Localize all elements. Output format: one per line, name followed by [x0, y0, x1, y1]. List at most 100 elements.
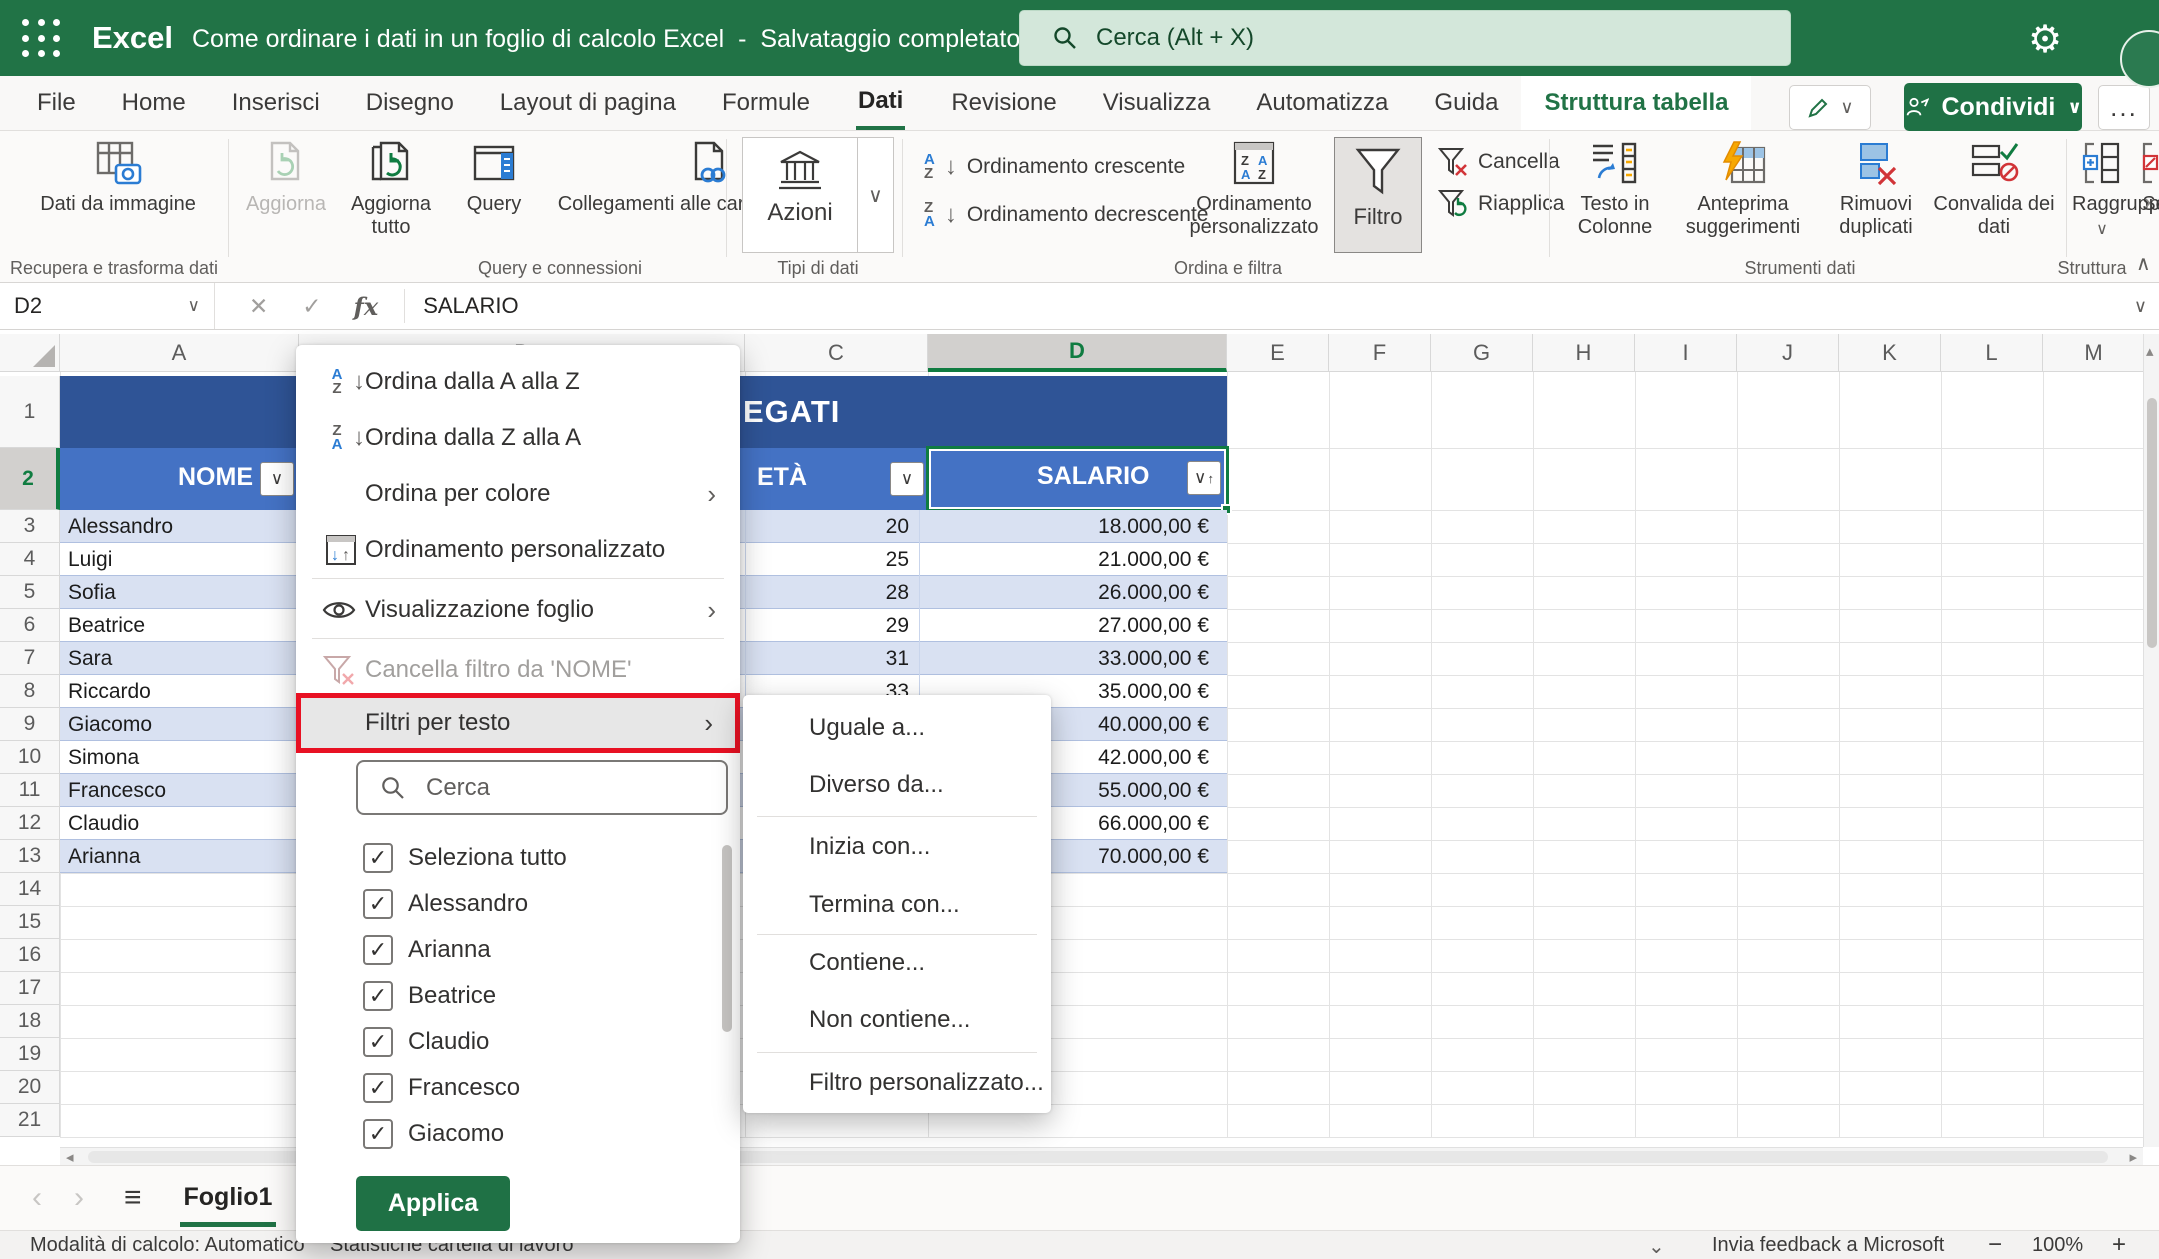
filter-search-input[interactable]: Cerca — [356, 760, 728, 815]
riapplica-filtro-button[interactable]: Riapplica — [1438, 189, 1564, 219]
row-header-2[interactable]: 2 — [0, 448, 60, 510]
row-header-6[interactable]: 6 — [0, 609, 60, 642]
checkbox-checked-icon[interactable]: ✓ — [363, 843, 393, 873]
fx-icon[interactable]: fx — [354, 292, 379, 321]
prev-sheet-icon[interactable]: ‹ — [32, 1181, 42, 1215]
cell-eta[interactable]: 31 — [745, 642, 920, 675]
dati-da-immagine-button[interactable]: Dati da immagine — [28, 139, 208, 216]
azioni-button[interactable]: Azioni ∨ — [742, 137, 894, 253]
cell-eta[interactable]: 29 — [745, 609, 920, 642]
filter-value-arianna[interactable]: ✓Arianna — [296, 929, 716, 971]
submenu-item-non-contiene-[interactable]: Non contiene... — [743, 995, 1051, 1045]
filter-value-beatrice[interactable]: ✓Beatrice — [296, 975, 716, 1017]
document-title[interactable]: Come ordinare i dati in un foglio di cal… — [192, 25, 1051, 54]
submenu-item-inizia-con-[interactable]: Inizia con... — [743, 822, 1051, 872]
testo-in-colonne-button[interactable]: Testo in Colonne — [1560, 139, 1670, 239]
cell-nome[interactable]: Arianna — [68, 840, 298, 873]
column-header-I[interactable]: I — [1635, 334, 1737, 372]
sheet-tab-foglio1[interactable]: Foglio1 — [180, 1169, 277, 1227]
name-box[interactable]: D2∨ — [0, 283, 215, 329]
cell-nome[interactable]: Claudio — [68, 807, 298, 840]
status-chevron-icon[interactable]: ⌄ — [1648, 1234, 1665, 1259]
tab-formule[interactable]: Formule — [699, 76, 833, 130]
expand-formula-bar-icon[interactable]: ∨ — [2134, 296, 2147, 317]
row-header-13[interactable]: 13 — [0, 840, 60, 873]
row-header-5[interactable]: 5 — [0, 576, 60, 609]
column-header-K[interactable]: K — [1839, 334, 1941, 372]
tab-file[interactable]: File — [14, 76, 99, 130]
checkbox-checked-icon[interactable]: ✓ — [363, 935, 393, 965]
zoom-out-icon[interactable]: − — [1988, 1231, 2002, 1259]
menu-sort-za[interactable]: ZA↓ Ordina dalla Z alla A — [296, 411, 740, 465]
checkbox-checked-icon[interactable]: ✓ — [363, 1119, 393, 1149]
ordinamento-crescente-button[interactable]: AZ↓ Ordinamento crescente — [924, 153, 1185, 181]
cell-eta[interactable]: 25 — [745, 543, 920, 576]
cell-nome[interactable]: Sara — [68, 642, 298, 675]
row-header-10[interactable]: 10 — [0, 741, 60, 774]
cell-nome[interactable]: Riccardo — [68, 675, 298, 708]
vertical-scrollbar[interactable]: ▴ — [2143, 334, 2159, 1147]
scroll-up-icon[interactable]: ▴ — [2146, 342, 2154, 360]
tab-layout-di-pagina[interactable]: Layout di pagina — [477, 76, 699, 130]
menu-sheet-view[interactable]: Visualizzazione foglio› — [296, 583, 740, 637]
cell-nome[interactable]: Sofia — [68, 576, 298, 609]
vertical-scroll-thumb[interactable] — [2147, 398, 2157, 648]
eta-filter-button[interactable]: ∨ — [890, 462, 924, 496]
row-header-7[interactable]: 7 — [0, 642, 60, 675]
cell-salario[interactable]: 18.000,00 € — [928, 510, 1219, 543]
column-header-L[interactable]: L — [1941, 334, 2043, 372]
tab-dati[interactable]: Dati — [833, 76, 928, 130]
row-header-14[interactable]: 14 — [0, 873, 60, 906]
all-sheets-icon[interactable]: ≡ — [124, 1181, 142, 1215]
rimuovi-duplicati-button[interactable]: Rimuovi duplicati — [1822, 139, 1930, 239]
feedback-link[interactable]: Invia feedback a Microsoft — [1712, 1234, 1944, 1257]
cell-salario[interactable]: 21.000,00 € — [928, 543, 1219, 576]
cell-eta[interactable]: 20 — [745, 510, 920, 543]
row-header-17[interactable]: 17 — [0, 972, 60, 1005]
column-header-D[interactable]: D — [928, 334, 1227, 372]
checkbox-checked-icon[interactable]: ✓ — [363, 1073, 393, 1103]
cell-nome[interactable]: Luigi — [68, 543, 298, 576]
row-header-12[interactable]: 12 — [0, 807, 60, 840]
column-header-F[interactable]: F — [1329, 334, 1431, 372]
submenu-item-contiene-[interactable]: Contiene... — [743, 938, 1051, 988]
share-button[interactable]: Condividi ∨ — [1904, 83, 2082, 131]
selected-cell-d2[interactable]: SALARIO ∨↑ — [926, 446, 1229, 512]
aggiorna-tutto-button[interactable]: Aggiorna tutto — [336, 139, 446, 239]
column-header-A[interactable]: A — [60, 334, 299, 372]
cell-eta[interactable]: 28 — [745, 576, 920, 609]
row-header-4[interactable]: 4 — [0, 543, 60, 576]
column-header-J[interactable]: J — [1737, 334, 1839, 372]
submenu-item-diverso-da-[interactable]: Diverso da... — [743, 760, 1051, 810]
chevron-down-icon[interactable]: ∨ — [857, 138, 893, 252]
aggiorna-button[interactable]: Aggiorna — [238, 139, 334, 216]
column-header-M[interactable]: M — [2043, 334, 2145, 372]
scroll-right-icon[interactable]: ▸ — [2129, 1148, 2137, 1166]
row-header-16[interactable]: 16 — [0, 939, 60, 972]
row-header-15[interactable]: 15 — [0, 906, 60, 939]
tab-struttura-tabella[interactable]: Struttura tabella — [1521, 76, 1751, 130]
ordinamento-decrescente-button[interactable]: ZA↓ Ordinamento decrescente — [924, 201, 1208, 229]
ordinamento-personalizzato-button[interactable]: ZAAZ Ordinamento personalizzato — [1180, 139, 1328, 239]
tab-visualizza[interactable]: Visualizza — [1080, 76, 1234, 130]
salario-filter-sort-button[interactable]: ∨↑ — [1187, 461, 1221, 495]
column-header-E[interactable]: E — [1227, 334, 1329, 372]
zoom-level[interactable]: 100% — [2032, 1234, 2083, 1257]
query-button[interactable]: Query — [452, 139, 536, 216]
checkbox-checked-icon[interactable]: ✓ — [363, 889, 393, 919]
row-header-20[interactable]: 20 — [0, 1071, 60, 1104]
ribbon-overflow-icon[interactable]: › — [2144, 189, 2151, 215]
menu-custom-sort[interactable]: ↓↑ Ordinamento personalizzato — [296, 523, 740, 577]
column-header-H[interactable]: H — [1533, 334, 1635, 372]
submenu-item-uguale-a-[interactable]: Uguale a... — [743, 703, 1051, 753]
checkbox-checked-icon[interactable]: ✓ — [363, 981, 393, 1011]
convalida-dati-button[interactable]: Convalida dei dati — [1930, 139, 2058, 239]
checkbox-checked-icon[interactable]: ✓ — [363, 1027, 393, 1057]
filter-value-claudio[interactable]: ✓Claudio — [296, 1021, 716, 1063]
more-options-button[interactable]: ... — [2098, 85, 2150, 130]
tab-home[interactable]: Home — [99, 76, 209, 130]
cell-nome[interactable]: Beatrice — [68, 609, 298, 642]
confirm-icon[interactable]: ✓ — [302, 293, 321, 320]
tab-revisione[interactable]: Revisione — [928, 76, 1079, 130]
filter-value-giacomo[interactable]: ✓Giacomo — [296, 1113, 716, 1155]
